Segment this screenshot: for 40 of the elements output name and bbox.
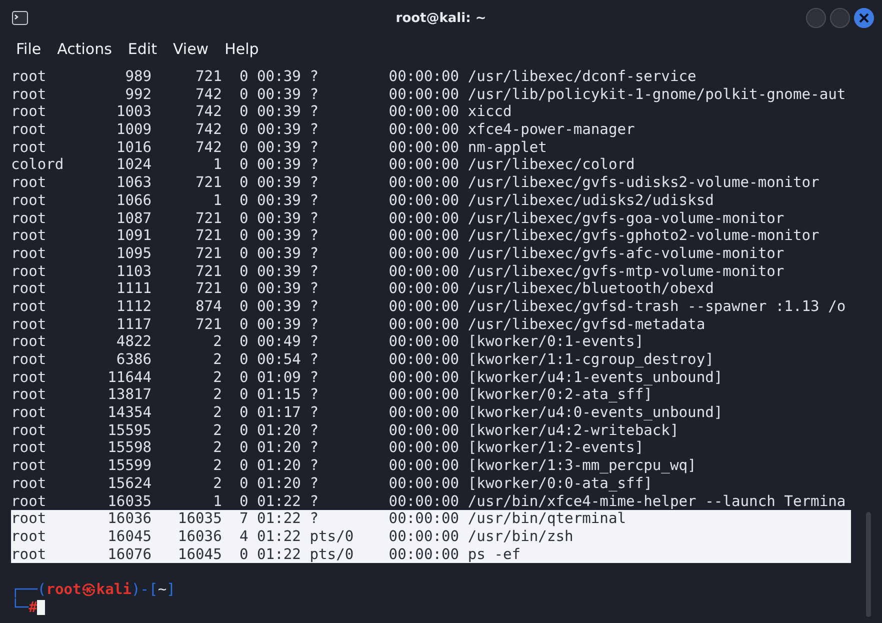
terminal-line: root 1112 874 0 00:39 ? 00:00:00 /usr/libexec/gvfsd-trash --spawner :1.13 /o bbox=[11, 298, 847, 316]
terminal-line: root 1016 742 0 00:39 ? 00:00:00 nm-applet bbox=[11, 138, 548, 156]
terminal-line: root 992 742 0 00:39 ? 00:00:00 /usr/lib/policykit-1-gnome/polkit-gnome-aut bbox=[11, 86, 847, 104]
text-cursor bbox=[37, 600, 46, 615]
menu-item[interactable]: Actions bbox=[49, 40, 120, 58]
menu-item[interactable]: Help bbox=[216, 40, 267, 58]
terminal-line: root 1111 721 0 00:39 ? 00:00:00 /usr/libexec/bluetooth/obexd bbox=[11, 280, 715, 298]
terminal-line: root 13817 2 0 01:15 ? 00:00:00 [kworker/0:2-ata_sff] bbox=[11, 386, 654, 404]
terminal-line: root 1103 721 0 00:39 ? 00:00:00 /usr/libexec/gvfs-mtp-volume-monitor bbox=[11, 262, 786, 280]
close-icon bbox=[859, 13, 869, 23]
terminal-line: root 1087 721 0 00:39 ? 00:00:00 /usr/libexec/gvfs-goa-volume-monitor bbox=[11, 210, 786, 228]
window-title: root@kali: ~ bbox=[396, 10, 486, 26]
terminal-line: root 1063 721 0 00:39 ? 00:00:00 /usr/libexec/gvfs-udisks2-volume-monitor bbox=[11, 174, 820, 192]
terminal-line: root 14354 2 0 01:17 ? 00:00:00 [kworker/u4:0-events_unbound] bbox=[11, 404, 724, 422]
terminal-icon bbox=[12, 11, 28, 25]
scrollbar[interactable] bbox=[866, 512, 871, 617]
terminal-line: root 15595 2 0 01:20 ? 00:00:00 [kworker/u4:2-writeback] bbox=[11, 422, 680, 440]
terminal-line: root 4822 2 0 00:49 ? 00:00:00 [kworker/0:1-events] bbox=[11, 333, 645, 351]
terminal-line: root 1091 721 0 00:39 ? 00:00:00 /usr/libexec/gvfs-gphoto2-volume-monitor bbox=[11, 227, 820, 245]
terminal-line: root 11644 2 0 01:09 ? 00:00:00 [kworker/u4:1-events_unbound] bbox=[11, 368, 724, 386]
menu-item[interactable]: View bbox=[164, 40, 217, 58]
terminal-line: root 1066 1 0 00:39 ? 00:00:00 /usr/libexec/udisks2/udisksd bbox=[11, 192, 715, 210]
prompt-line: └─# bbox=[11, 598, 866, 616]
terminal-line: root 1095 721 0 00:39 ? 00:00:00 /usr/libexec/gvfs-afc-volume-monitor bbox=[11, 244, 786, 263]
terminal-line: root 1003 742 0 00:39 ? 00:00:00 xiccd bbox=[11, 103, 513, 122]
menu-item[interactable]: Edit bbox=[120, 40, 165, 58]
terminal-line: root 1117 721 0 00:39 ? 00:00:00 /usr/libexec/gvfsd-metadata bbox=[11, 316, 706, 334]
terminal-line: colord 1024 1 0 00:39 ? 00:00:00 /usr/libexec/colord bbox=[11, 156, 636, 174]
terminal-line: root 16035 1 0 01:22 ? 00:00:00 /usr/bin/xfce4-mime-helper --launch Termina bbox=[11, 492, 847, 510]
terminal-line: root 15598 2 0 01:20 ? 00:00:00 [kworker/1:2-events] bbox=[11, 439, 645, 458]
minimize-button[interactable] bbox=[806, 8, 826, 28]
terminal-line: root 989 721 0 00:39 ? 00:00:00 /usr/libexec/dconf-service bbox=[11, 68, 698, 86]
terminal-line: root 15624 2 0 01:20 ? 00:00:00 [kworker/0:0-ata_sff] bbox=[11, 474, 654, 492]
prompt-line: ┌──(root㉿kali)-[~] bbox=[11, 580, 176, 598]
terminal-line: root 1009 742 0 00:39 ? 00:00:00 xfce4-power-manager bbox=[11, 121, 636, 139]
maximize-button[interactable] bbox=[830, 8, 850, 28]
menu-item[interactable]: File bbox=[8, 40, 50, 58]
terminal-line: root 6386 2 0 00:54 ? 00:00:00 [kworker/1:1-cgroup_destroy] bbox=[11, 351, 715, 369]
close-button[interactable] bbox=[854, 8, 874, 28]
terminal-line: root 15599 2 0 01:20 ? 00:00:00 [kworker/1:3-mm_percpu_wq] bbox=[11, 457, 698, 475]
